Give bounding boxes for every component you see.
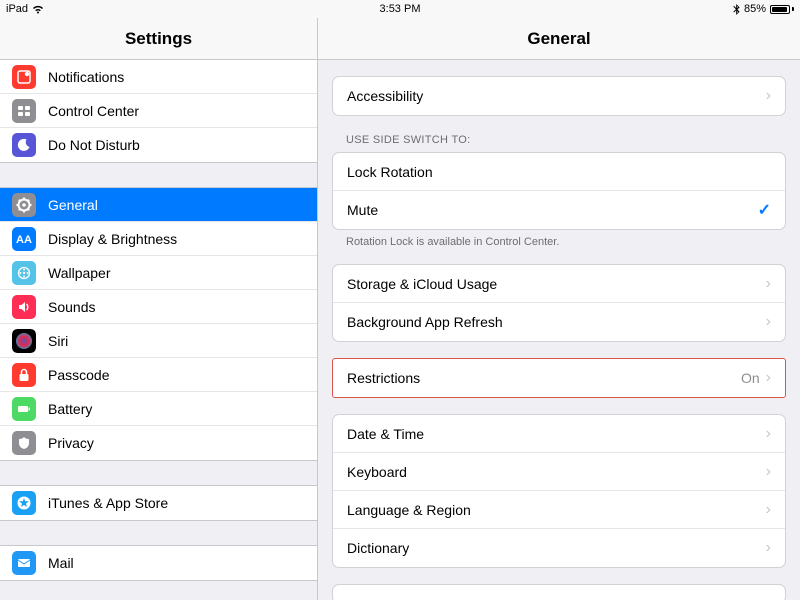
sidebar-item-privacy[interactable]: Privacy [0, 426, 317, 460]
chevron-right-icon: › [766, 276, 771, 292]
battery-percent: 85% [744, 3, 766, 15]
row-accessibility[interactable]: Accessibility › [333, 77, 785, 115]
sidebar-item-wallpaper[interactable]: Wallpaper [0, 256, 317, 290]
row-restrictions[interactable]: Restrictions On › [333, 359, 785, 397]
bluetooth-icon [733, 4, 740, 15]
sidebar-item-mail[interactable]: Mail [0, 546, 317, 580]
group-side-switch: Lock Rotation Mute ✓ [332, 152, 786, 230]
label-restrictions: Restrictions [347, 370, 741, 386]
general-title: General [318, 18, 800, 59]
group-restrictions: Restrictions On › [332, 358, 786, 398]
siri-icon [12, 329, 36, 353]
group-locale: Date & Time › Keyboard › Language & Regi… [332, 414, 786, 568]
chevron-right-icon: › [766, 540, 771, 556]
passcode-icon [12, 363, 36, 387]
sidebar-item-label: General [48, 197, 305, 213]
clock: 3:53 PM [269, 3, 532, 15]
sidebar-item-sounds[interactable]: Sounds [0, 290, 317, 324]
row-bg-refresh[interactable]: Background App Refresh › [333, 303, 785, 341]
wallpaper-icon [12, 261, 36, 285]
sidebar-item-label: Mail [48, 555, 305, 571]
chevron-right-icon: › [766, 314, 771, 330]
sidebar-item-battery[interactable]: Battery [0, 392, 317, 426]
label-storage-icloud: Storage & iCloud Usage [347, 276, 766, 292]
sidebar-item-label: Battery [48, 401, 305, 417]
sidebar-item-notifications[interactable]: Notifications [0, 60, 317, 94]
sidebar-item-label: Notifications [48, 69, 305, 85]
wifi-icon [32, 5, 44, 14]
row-date-time[interactable]: Date & Time › [333, 415, 785, 453]
label-date-time: Date & Time [347, 426, 766, 442]
side-switch-header: USE SIDE SWITCH TO: [332, 116, 786, 152]
label-mute: Mute [347, 202, 758, 218]
sidebar-item-itunes-app-store[interactable]: iTunes & App Store [0, 486, 317, 520]
moon-icon [12, 133, 36, 157]
label-keyboard: Keyboard [347, 464, 766, 480]
privacy-icon [12, 431, 36, 455]
group-next [332, 584, 786, 600]
gear-icon [12, 193, 36, 217]
group-accessibility: Accessibility › [332, 76, 786, 116]
device-name: iPad [6, 3, 28, 15]
battery-icon [12, 397, 36, 421]
sidebar-item-label: Passcode [48, 367, 305, 383]
row-keyboard[interactable]: Keyboard › [333, 453, 785, 491]
label-language-region: Language & Region [347, 502, 766, 518]
sidebar-item-siri[interactable]: Siri [0, 324, 317, 358]
group-storage: Storage & iCloud Usage › Background App … [332, 264, 786, 342]
sidebar-item-control-center[interactable]: Control Center [0, 94, 317, 128]
sidebar-item-label: Siri [48, 333, 305, 349]
sidebar-item-label: Do Not Disturb [48, 137, 305, 153]
sidebar-item-passcode[interactable]: Passcode [0, 358, 317, 392]
settings-title: Settings [0, 18, 318, 59]
navbar: Settings General [0, 18, 800, 60]
display-icon: AA [12, 227, 36, 251]
sidebar-item-label: Control Center [48, 103, 305, 119]
label-dictionary: Dictionary [347, 540, 766, 556]
sidebar-item-label: Privacy [48, 435, 305, 451]
chevron-right-icon: › [766, 426, 771, 442]
sidebar-item-label: iTunes & App Store [48, 495, 305, 511]
control-center-icon [12, 99, 36, 123]
sidebar[interactable]: Notifications Control Center Do Not Distur… [0, 60, 318, 600]
row-lock-rotation[interactable]: Lock Rotation [333, 153, 785, 191]
sidebar-item-general[interactable]: General [0, 188, 317, 222]
sidebar-item-label: Wallpaper [48, 265, 305, 281]
sidebar-item-label: Sounds [48, 299, 305, 315]
sidebar-item-display-brightness[interactable]: AA Display & Brightness [0, 222, 317, 256]
chevron-right-icon: › [766, 464, 771, 480]
label-accessibility: Accessibility [347, 88, 766, 104]
side-switch-footer: Rotation Lock is available in Control Ce… [332, 230, 786, 248]
notifications-icon [12, 65, 36, 89]
value-restrictions: On [741, 370, 760, 386]
row-dictionary[interactable]: Dictionary › [333, 529, 785, 567]
svg-text:AA: AA [16, 234, 32, 246]
status-bar: iPad 3:53 PM 85% [0, 0, 800, 18]
appstore-icon [12, 491, 36, 515]
checkmark-icon: ✓ [758, 200, 771, 220]
mail-icon [12, 551, 36, 575]
label-lock-rotation: Lock Rotation [347, 164, 771, 180]
row-storage-icloud[interactable]: Storage & iCloud Usage › [333, 265, 785, 303]
detail-pane[interactable]: Accessibility › USE SIDE SWITCH TO: Lock… [318, 60, 800, 600]
row-mute[interactable]: Mute ✓ [333, 191, 785, 229]
chevron-right-icon: › [766, 88, 771, 104]
sidebar-item-label: Display & Brightness [48, 231, 305, 247]
row-language-region[interactable]: Language & Region › [333, 491, 785, 529]
label-bg-refresh: Background App Refresh [347, 314, 766, 330]
sounds-icon [12, 295, 36, 319]
chevron-right-icon: › [766, 502, 771, 518]
battery-icon [770, 5, 794, 14]
chevron-right-icon: › [766, 370, 771, 386]
sidebar-item-do-not-disturb[interactable]: Do Not Disturb [0, 128, 317, 162]
